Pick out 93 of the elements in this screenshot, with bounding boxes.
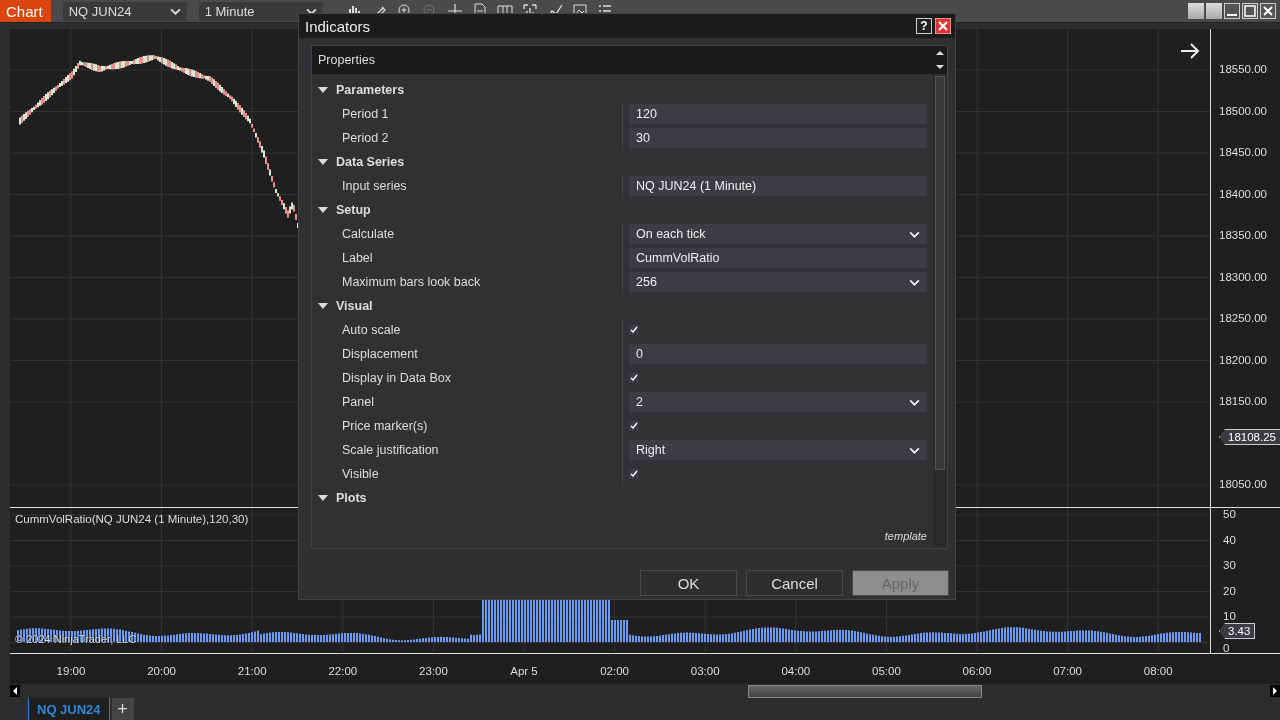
dropdown-field[interactable]: 256: [629, 272, 927, 292]
checkbox[interactable]: [629, 373, 639, 383]
price-axis-label: 18150.00: [1219, 395, 1267, 407]
minimize-icon[interactable]: [1224, 3, 1240, 19]
scroll-left-icon[interactable]: [10, 685, 20, 697]
indicator-axis-label: 10: [1223, 610, 1236, 622]
time-axis-label: 21:00: [237, 665, 267, 677]
properties-header: Properties: [318, 53, 375, 67]
price-axis-label: 18250.00: [1219, 312, 1267, 324]
expander-icon[interactable]: [318, 85, 328, 95]
checkbox[interactable]: [629, 421, 639, 431]
indicator-axis-label: 0: [1223, 641, 1230, 654]
indicator-axis-label: 40: [1223, 533, 1236, 546]
price-axis-label: 18300.00: [1219, 270, 1267, 283]
chevron-icon: [169, 7, 181, 15]
up-down-arrows-icon[interactable]: [936, 49, 944, 71]
price-axis-label: 18050.00: [1219, 478, 1267, 490]
indicator-axis-label: 50: [1223, 508, 1236, 520]
property-label: Auto scale: [341, 323, 402, 337]
input-field[interactable]: NQ JUN24 (1 Minute): [629, 176, 927, 196]
expander-icon[interactable]: [318, 493, 328, 503]
category-label: Setup: [336, 203, 371, 217]
chevron-icon: [305, 7, 317, 15]
property-label: Input series: [341, 179, 408, 193]
category-label: Parameters: [336, 83, 405, 97]
property-label: Panel: [341, 395, 375, 409]
time-axis-label: 03:00: [690, 665, 720, 677]
indicator-axis-label: 20: [1223, 584, 1236, 597]
indicator-value-marker: 3.43: [1219, 623, 1256, 639]
time-axis-label: 07:00: [1053, 665, 1082, 677]
scrollbar-thumb[interactable]: [748, 685, 982, 698]
arrow-icon[interactable]: [1180, 43, 1200, 59]
expander-icon[interactable]: [318, 205, 328, 215]
template-link[interactable]: template: [884, 530, 927, 542]
expander-icon[interactable]: [318, 301, 328, 311]
dropdown-field[interactable]: On each tick: [629, 224, 927, 244]
time-axis-label: 20:00: [147, 665, 176, 677]
expander-icon[interactable]: [318, 157, 328, 167]
price-axis-label: 18400.00: [1219, 187, 1267, 200]
help-button[interactable]: ?: [916, 18, 932, 34]
close-icon[interactable]: [1260, 3, 1276, 19]
indicator-label: CummVolRatio(NQ JUN24 (1 Minute),120,30): [15, 513, 249, 525]
time-axis-label: 23:00: [419, 665, 448, 677]
maximize-icon[interactable]: [1242, 3, 1258, 19]
last-price-marker: 18108.25: [1219, 429, 1280, 445]
input-field[interactable]: 30: [629, 128, 927, 148]
property-label: Displacement: [341, 347, 419, 361]
price-axis-label: 18550.00: [1219, 63, 1267, 75]
price-axis-label: 18500.00: [1219, 104, 1267, 117]
dropdown-field[interactable]: Right: [629, 440, 927, 460]
property-label: Visible: [341, 467, 380, 481]
property-label: Label: [341, 251, 374, 265]
property-label: Maximum bars look back: [341, 275, 482, 289]
property-label: Scale justification: [341, 443, 440, 457]
dialog-button[interactable]: OK: [640, 570, 737, 596]
time-axis-label: 22:00: [328, 665, 358, 677]
property-label: Period 1: [341, 107, 390, 121]
category-label: Data Series: [336, 155, 405, 169]
input-field[interactable]: 120: [629, 104, 927, 124]
dropdown-field[interactable]: 2: [629, 392, 927, 412]
input-field[interactable]: 0: [629, 344, 927, 364]
chevron-icon: [909, 398, 920, 406]
checkbox[interactable]: [629, 469, 639, 479]
time-axis-label: 05:00: [872, 665, 901, 677]
category-label: Plots: [336, 491, 367, 505]
property-label: Price marker(s): [341, 419, 429, 433]
time-axis-label: 08:00: [1143, 665, 1173, 677]
add-tab-button[interactable]: +: [111, 698, 134, 720]
price-axis-label: 18200.00: [1219, 353, 1267, 366]
time-axis-label: Apr 5: [510, 665, 538, 677]
instrument-dropdown[interactable]: NQ JUN24: [62, 1, 187, 21]
price-axis-label: 18350.00: [1219, 229, 1267, 241]
time-axis-label: 19:00: [56, 665, 86, 677]
indicator-axis-label: 30: [1223, 559, 1236, 571]
property-label: Period 2: [341, 131, 390, 145]
price-axis-label: 18450.00: [1219, 146, 1267, 158]
chevron-icon: [909, 446, 920, 454]
chevron-icon: [909, 278, 920, 286]
property-label: Calculate: [341, 227, 396, 241]
instrument-tab[interactable]: NQ JUN24: [28, 698, 110, 720]
time-axis-label: 06:00: [962, 665, 992, 677]
property-label: Display in Data Box: [341, 371, 453, 385]
time-axis-label: 04:00: [781, 665, 811, 677]
scroll-right-icon[interactable]: [1270, 685, 1280, 697]
chevron-icon: [909, 230, 920, 238]
category-label: Visual: [336, 299, 373, 313]
chart-label[interactable]: Chart: [0, 0, 51, 22]
dialog-button[interactable]: Cancel: [746, 570, 843, 596]
input-field[interactable]: CummVolRatio: [629, 248, 927, 268]
interval-dropdown[interactable]: 1 Minute: [198, 1, 323, 21]
scrollbar-thumb[interactable]: [935, 76, 945, 470]
checkbox[interactable]: [629, 325, 639, 335]
time-axis-label: 02:00: [600, 665, 629, 677]
